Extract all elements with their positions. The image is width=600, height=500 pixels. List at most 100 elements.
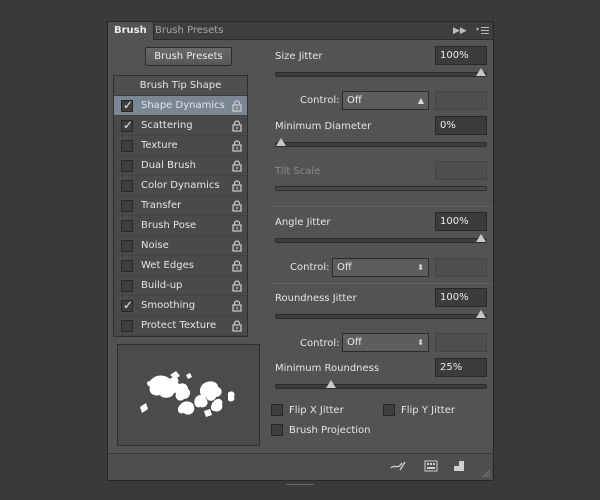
list-item-wet-edges[interactable]: Wet Edges <box>114 256 247 276</box>
spinner-arrows-icon: ⬍ <box>417 263 424 272</box>
checkmark-icon: ✓ <box>123 298 134 312</box>
dual-brush-label: Dual Brush <box>141 160 196 171</box>
angle-jitter-input[interactable]: 100% <box>435 212 487 231</box>
shape-dynamics-label: Shape Dynamics <box>141 100 225 111</box>
color-dynamics-checkbox[interactable] <box>121 180 133 192</box>
brush-settings-list: Brush Tip Shape ✓ Shape Dynamics ✓ Scatteri… <box>113 75 248 337</box>
control-label-1: Control: <box>300 95 340 106</box>
new-preset-icon[interactable] <box>452 460 466 472</box>
minimum-diameter-label: Minimum Diameter <box>275 121 372 132</box>
roundness-jitter-slider[interactable] <box>275 310 487 319</box>
panel-footer <box>108 453 493 485</box>
list-item-brush-pose[interactable]: Brush Pose <box>114 216 247 236</box>
control-label-3: Control: <box>300 338 340 349</box>
tilt-scale-label: Tilt Scale <box>275 166 321 177</box>
list-item-color-dynamics[interactable]: Color Dynamics <box>114 176 247 196</box>
lock-icon[interactable] <box>232 300 242 312</box>
section-divider <box>270 283 493 284</box>
dual-brush-checkbox[interactable] <box>121 160 133 172</box>
flip-x-checkbox[interactable] <box>271 404 283 416</box>
list-item-build-up[interactable]: Build-up <box>114 276 247 296</box>
minimum-diameter-input[interactable]: 0% <box>435 116 487 135</box>
minimum-diameter-thumb[interactable] <box>276 138 286 146</box>
lock-icon[interactable] <box>232 180 242 192</box>
roundness-jitter-input[interactable]: 100% <box>435 288 487 307</box>
protect-texture-checkbox[interactable] <box>121 320 133 332</box>
resize-grip-icon[interactable] <box>286 478 314 485</box>
lock-icon[interactable] <box>232 280 242 292</box>
angle-jitter-thumb[interactable] <box>476 234 486 242</box>
roundness-jitter-thumb[interactable] <box>476 310 486 318</box>
list-item-dual-brush[interactable]: Dual Brush <box>114 156 247 176</box>
scattering-label: Scattering <box>141 120 193 131</box>
control-select-2[interactable]: Off ⬍ <box>332 258 429 277</box>
control-select-1[interactable]: Off ▲ <box>342 91 429 110</box>
collapse-icon[interactable]: ▶▶ <box>453 25 467 37</box>
size-jitter-slider[interactable] <box>275 68 487 77</box>
panel-menu-icon[interactable] <box>476 25 490 37</box>
list-item-noise[interactable]: Noise <box>114 236 247 256</box>
tab-brush[interactable]: Brush <box>108 22 154 40</box>
texture-checkbox[interactable] <box>121 140 133 152</box>
tilt-scale-input <box>435 161 487 180</box>
lock-icon[interactable] <box>232 240 242 252</box>
protect-texture-label: Protect Texture <box>141 320 217 331</box>
control-target-2 <box>435 258 487 277</box>
control-select-3[interactable]: Off ⬍ <box>342 333 429 352</box>
lock-icon[interactable] <box>232 200 242 212</box>
list-item-scattering[interactable]: ✓ Scattering <box>114 116 247 136</box>
build-up-checkbox[interactable] <box>121 280 133 292</box>
size-jitter-thumb[interactable] <box>476 68 486 76</box>
minimum-roundness-thumb[interactable] <box>326 380 336 388</box>
flip-y-checkbox[interactable] <box>383 404 395 416</box>
brush-toggle-icon[interactable] <box>390 460 406 472</box>
minimum-roundness-slider[interactable] <box>275 380 487 389</box>
list-item-smoothing[interactable]: ✓ Smoothing <box>114 296 247 316</box>
noise-label: Noise <box>141 240 169 251</box>
brush-projection-checkbox[interactable] <box>271 424 283 436</box>
angle-jitter-label: Angle Jitter <box>275 217 331 228</box>
list-item-shape-dynamics[interactable]: ✓ Shape Dynamics <box>114 96 247 116</box>
lock-icon[interactable] <box>232 120 242 132</box>
lock-icon[interactable] <box>232 220 242 232</box>
angle-jitter-slider[interactable] <box>275 234 487 243</box>
size-jitter-input[interactable]: 100% <box>435 46 487 65</box>
list-item-transfer[interactable]: Transfer <box>114 196 247 216</box>
list-item-protect-texture[interactable]: Protect Texture <box>114 316 247 336</box>
lock-icon[interactable] <box>232 100 242 112</box>
spinner-arrows-icon: ▲ <box>417 96 424 105</box>
brush-pose-checkbox[interactable] <box>121 220 133 232</box>
lock-icon[interactable] <box>232 160 242 172</box>
tab-brush-presets[interactable]: Brush Presets <box>149 22 229 40</box>
transfer-checkbox[interactable] <box>121 200 133 212</box>
brush-presets-button[interactable]: Brush Presets <box>145 47 232 66</box>
minimum-diameter-slider[interactable] <box>275 138 487 147</box>
lock-icon[interactable] <box>232 320 242 332</box>
minimum-roundness-label: Minimum Roundness <box>275 363 380 374</box>
minimum-roundness-input[interactable]: 25% <box>435 358 487 377</box>
brush-projection-label: Brush Projection <box>289 425 371 436</box>
section-divider <box>270 206 493 207</box>
brush-tip-shape-item[interactable]: Brush Tip Shape <box>114 76 247 96</box>
roundness-jitter-label: Roundness Jitter <box>275 293 357 304</box>
control-label-2: Control: <box>290 262 330 273</box>
size-jitter-label: Size Jitter <box>275 51 323 62</box>
texture-label: Texture <box>141 140 178 151</box>
smoothing-checkbox[interactable]: ✓ <box>121 298 134 312</box>
list-item-texture[interactable]: Texture <box>114 136 247 156</box>
brush-pose-label: Brush Pose <box>141 220 197 231</box>
lock-icon[interactable] <box>232 140 242 152</box>
scattering-checkbox[interactable]: ✓ <box>121 118 133 132</box>
flip-x-label: Flip X Jitter <box>289 405 344 416</box>
transfer-label: Transfer <box>141 200 182 211</box>
wet-edges-checkbox[interactable] <box>121 260 133 272</box>
shape-dynamics-checkbox[interactable]: ✓ <box>121 98 133 112</box>
tilt-scale-slider <box>275 186 487 191</box>
brush-panel: Brush Brush Presets ▶▶ Brush Presets Bru… <box>107 21 494 485</box>
corner-grip-icon[interactable] <box>481 468 491 481</box>
brush-stroke-preview <box>117 344 260 446</box>
lock-icon[interactable] <box>232 260 242 272</box>
noise-checkbox[interactable] <box>121 240 133 252</box>
smoothing-label: Smoothing <box>141 300 196 311</box>
brush-grid-icon[interactable] <box>424 460 438 472</box>
